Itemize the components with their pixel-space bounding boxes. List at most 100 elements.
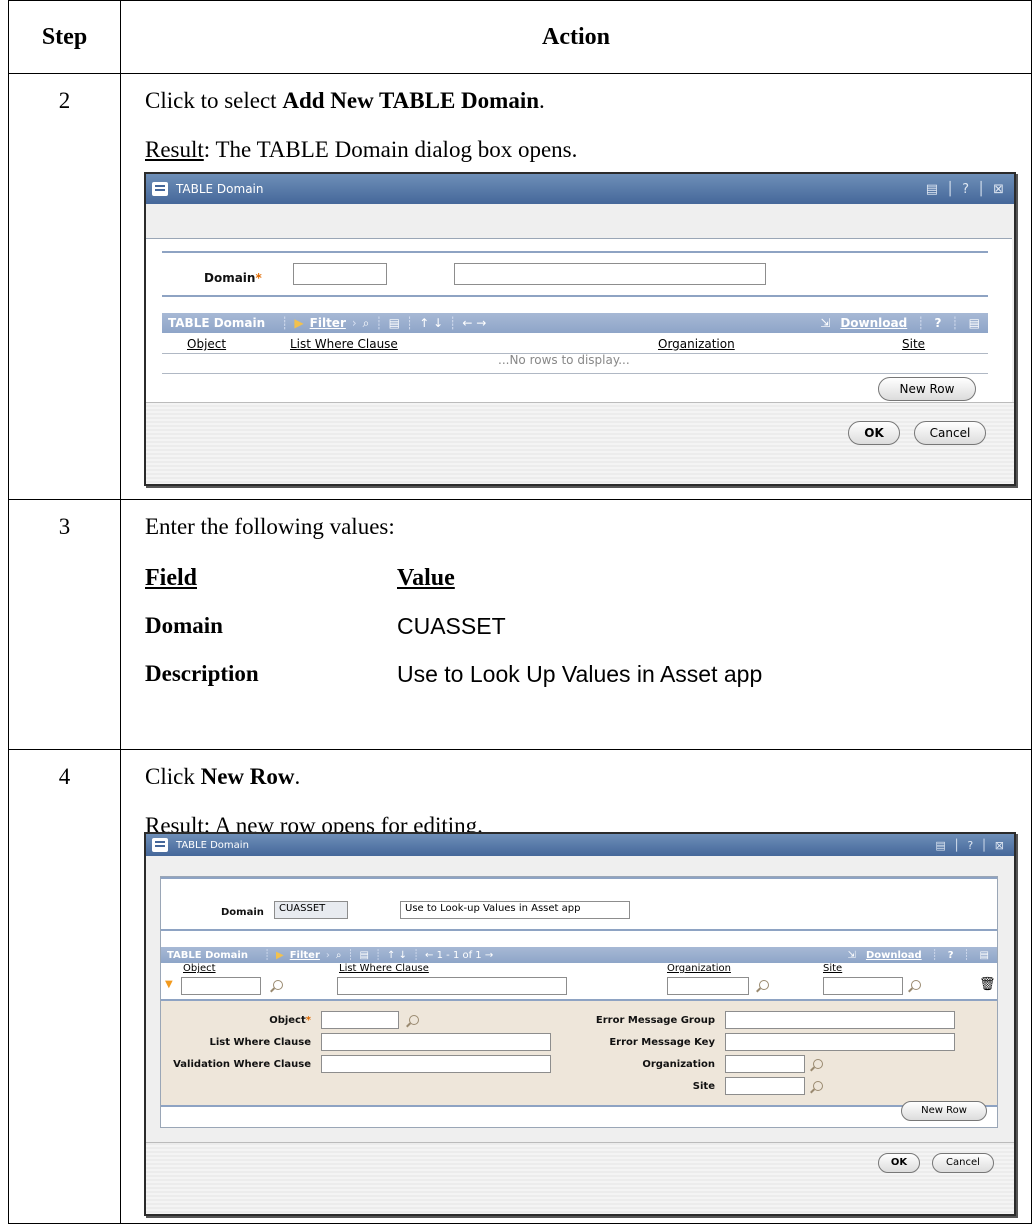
validation-where-input[interactable] bbox=[321, 1055, 551, 1073]
column-header-object[interactable]: Object bbox=[183, 963, 216, 974]
column-header-list-where[interactable]: List Where Clause bbox=[339, 963, 429, 974]
instruction-line: Enter the following values: bbox=[145, 514, 395, 539]
grid-settings-icon[interactable]: ▤ bbox=[980, 950, 989, 961]
object-label: Object* bbox=[269, 1015, 311, 1026]
grid-title: TABLE Domain bbox=[168, 316, 266, 330]
domain-label: Domain* bbox=[204, 271, 262, 285]
help-icon[interactable]: ? bbox=[934, 316, 941, 330]
row-list-where-input[interactable] bbox=[337, 977, 567, 995]
grid-title: TABLE Domain bbox=[167, 949, 248, 961]
binoculars-icon[interactable]: ⌕ bbox=[363, 316, 370, 331]
dialog-body: Domain* TABLE Domain ┊ ▶ Filter › ⌕ ┊ ▤ … bbox=[146, 238, 1012, 404]
ok-button[interactable]: OK bbox=[848, 421, 900, 445]
download-icon[interactable]: ⇲ bbox=[820, 316, 830, 330]
error-group-input[interactable] bbox=[725, 1011, 955, 1029]
row-organization-input[interactable] bbox=[667, 977, 749, 995]
column-header-list-where[interactable]: List Where Clause bbox=[290, 337, 398, 351]
lookup-icon[interactable] bbox=[273, 980, 283, 990]
dialog-icon bbox=[152, 838, 168, 852]
lookup-icon[interactable] bbox=[759, 980, 769, 990]
cancel-button[interactable]: Cancel bbox=[932, 1153, 994, 1173]
row-site-input[interactable] bbox=[823, 977, 903, 995]
window-controls[interactable]: ▤ │ ? │ ⊠ bbox=[926, 182, 1006, 197]
grid-settings-icon[interactable]: ▤ bbox=[969, 316, 980, 330]
download-icon[interactable]: ⇲ bbox=[848, 950, 856, 961]
lookup-icon[interactable] bbox=[813, 1059, 823, 1069]
next-arrow-icon[interactable]: → bbox=[476, 316, 486, 330]
list-where-label: List Where Clause bbox=[209, 1037, 311, 1048]
dialog-footer: OK Cancel bbox=[146, 402, 1014, 484]
dialog-body: Domain CUASSET Use to Look-up Values in … bbox=[160, 876, 998, 1128]
cancel-button[interactable]: Cancel bbox=[914, 421, 986, 445]
dialog-title: TABLE Domain bbox=[176, 839, 249, 851]
ok-button[interactable]: OK bbox=[878, 1153, 920, 1173]
grid-toolbar: TABLE Domain ┊ ▶ Filter › ⌕ ┊ ▤ ┊ ↑ ↓ ┊ … bbox=[162, 313, 988, 333]
site-label: Site bbox=[692, 1081, 715, 1092]
object-input[interactable] bbox=[321, 1011, 399, 1029]
value-row-domain: Domain CUASSET bbox=[145, 613, 506, 639]
dialog-footer: OK Cancel bbox=[146, 1142, 1014, 1214]
grid-icon[interactable]: ▤ bbox=[360, 950, 369, 961]
window-controls[interactable]: ▤ │ ? │ ⊠ bbox=[935, 839, 1006, 852]
column-header-organization[interactable]: Organization bbox=[667, 963, 731, 974]
table-domain-dialog-new-row: TABLE Domain ▤ │ ? │ ⊠ Domain CUASSET Us… bbox=[144, 832, 1016, 1216]
down-arrow-icon[interactable]: ↓ bbox=[399, 950, 407, 961]
dialog-title: TABLE Domain bbox=[176, 182, 264, 196]
instruction-line: Click to select Add New TABLE Domain. bbox=[145, 88, 545, 113]
no-rows-message: ...No rows to display... bbox=[498, 353, 630, 367]
prev-arrow-icon[interactable]: ← bbox=[462, 316, 472, 330]
values-list: Field Value Domain CUASSET Description U… bbox=[145, 554, 1031, 698]
trash-icon[interactable]: 🗑 bbox=[979, 977, 996, 992]
next-arrow-icon[interactable]: → bbox=[485, 950, 493, 961]
step-number: 4 bbox=[8, 749, 121, 1224]
domain-input[interactable]: CUASSET bbox=[274, 901, 348, 919]
organization-input[interactable] bbox=[725, 1055, 805, 1073]
error-group-label: Error Message Group bbox=[595, 1015, 715, 1026]
filter-link[interactable]: Filter bbox=[310, 316, 346, 330]
domain-label: Domain bbox=[221, 907, 264, 918]
lookup-icon[interactable] bbox=[409, 1015, 419, 1025]
error-key-input[interactable] bbox=[725, 1033, 955, 1051]
dialog-titlebar: TABLE Domain ▤ │ ? │ ⊠ bbox=[146, 174, 1014, 204]
step-number: 2 bbox=[8, 73, 121, 500]
download-link[interactable]: Download bbox=[866, 950, 922, 961]
up-arrow-icon[interactable]: ↑ bbox=[419, 316, 429, 330]
description-input[interactable] bbox=[454, 263, 766, 285]
grid-icon[interactable]: ▤ bbox=[389, 316, 400, 330]
new-row-button[interactable]: New Row bbox=[878, 377, 976, 401]
step-header: Step bbox=[8, 0, 121, 74]
column-header-site[interactable]: Site bbox=[823, 963, 842, 974]
required-marker: * bbox=[255, 271, 262, 285]
table-domain-dialog: TABLE Domain ▤ │ ? │ ⊠ Domain* TABLE Dom… bbox=[144, 172, 1016, 486]
row-marker-icon: ▼ bbox=[165, 979, 173, 990]
up-arrow-icon[interactable]: ↑ bbox=[387, 950, 395, 961]
result-line: Result: The TABLE Domain dialog box open… bbox=[145, 137, 578, 162]
down-arrow-icon[interactable]: ↓ bbox=[433, 316, 443, 330]
paging-text: 1 - 1 of 1 bbox=[436, 949, 482, 961]
row-object-input[interactable] bbox=[181, 977, 261, 995]
column-header-organization[interactable]: Organization bbox=[658, 337, 735, 351]
divider bbox=[161, 929, 997, 931]
help-icon[interactable]: ? bbox=[948, 950, 954, 961]
site-input[interactable] bbox=[725, 1077, 805, 1095]
list-where-input[interactable] bbox=[321, 1033, 551, 1051]
grid-toolbar: TABLE Domain ┊ ▶ Filter › ⌕ ┊ ▤ ┊ ↑ ↓ ┊ … bbox=[161, 947, 997, 963]
filter-arrow-icon: ▶ bbox=[294, 316, 304, 330]
row-detail-section: Object* List Where Clause Validation Whe… bbox=[161, 999, 997, 1107]
domain-input[interactable] bbox=[293, 263, 387, 285]
action-cell: Enter the following values: Field Value … bbox=[120, 499, 1032, 750]
column-header-site[interactable]: Site bbox=[902, 337, 925, 351]
new-row-button[interactable]: New Row bbox=[901, 1101, 987, 1121]
divider bbox=[162, 373, 988, 374]
binoculars-icon[interactable]: ⌕ bbox=[336, 950, 342, 961]
filter-link[interactable]: Filter bbox=[290, 950, 320, 961]
error-key-label: Error Message Key bbox=[609, 1037, 715, 1048]
download-link[interactable]: Download bbox=[840, 316, 907, 330]
lookup-icon[interactable] bbox=[813, 1081, 823, 1091]
column-header-object[interactable]: Object bbox=[187, 337, 226, 351]
organization-label: Organization bbox=[642, 1059, 715, 1070]
prev-arrow-icon[interactable]: ← bbox=[425, 950, 433, 961]
lookup-icon[interactable] bbox=[911, 980, 921, 990]
description-input[interactable]: Use to Look-up Values in Asset app bbox=[400, 901, 630, 919]
filter-arrow-icon: ▶ bbox=[276, 949, 284, 961]
